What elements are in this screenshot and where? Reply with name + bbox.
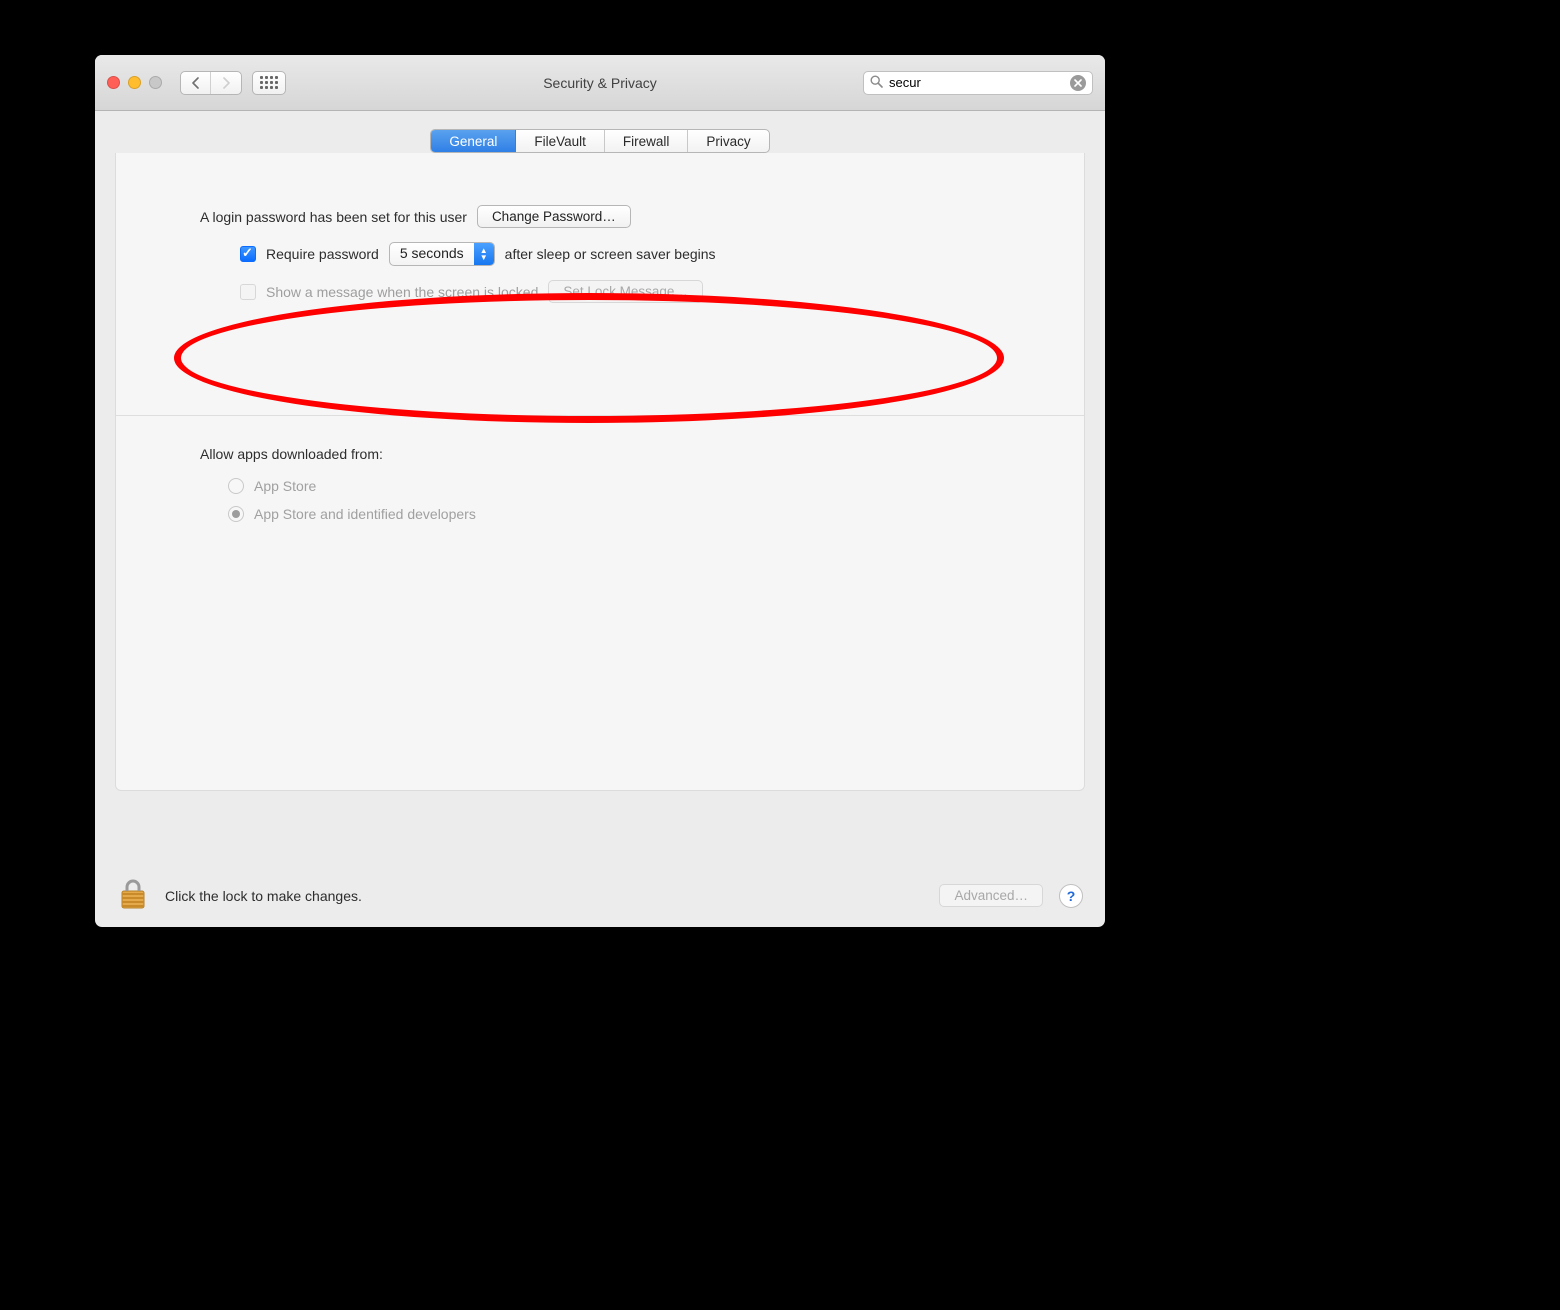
minimize-button[interactable] bbox=[128, 76, 141, 89]
tab-privacy[interactable]: Privacy bbox=[688, 130, 768, 152]
annotation-ellipse bbox=[174, 293, 1004, 423]
change-password-button[interactable]: Change Password… bbox=[477, 205, 631, 228]
search-icon bbox=[870, 75, 883, 91]
radio-label: App Store and identified developers bbox=[254, 506, 476, 522]
system-preferences-window: Security & Privacy General FileVault Fir… bbox=[95, 55, 1105, 927]
lock-icon bbox=[117, 877, 149, 911]
close-icon bbox=[1074, 79, 1082, 87]
general-panel: A login password has been set for this u… bbox=[115, 153, 1085, 863]
nav-back-forward bbox=[180, 71, 242, 95]
divider bbox=[116, 415, 1084, 416]
require-password-delay-popup[interactable]: 5 seconds ▲▼ bbox=[389, 242, 495, 266]
require-password-label: Require password bbox=[266, 246, 379, 262]
show-message-checkbox bbox=[240, 284, 256, 300]
popup-arrows-icon: ▲▼ bbox=[474, 243, 494, 265]
require-password-checkbox[interactable] bbox=[240, 246, 256, 262]
show-message-label: Show a message when the screen is locked bbox=[266, 284, 538, 300]
close-button[interactable] bbox=[107, 76, 120, 89]
content-area: General FileVault Firewall Privacy A log… bbox=[95, 111, 1105, 863]
allow-apps-identified: App Store and identified developers bbox=[228, 506, 1012, 522]
chevron-right-icon bbox=[221, 77, 231, 89]
tab-firewall[interactable]: Firewall bbox=[605, 130, 689, 152]
window-controls bbox=[107, 76, 162, 89]
tab-label: Firewall bbox=[623, 134, 670, 149]
after-sleep-text: after sleep or screen saver begins bbox=[505, 246, 716, 262]
lock-hint-text: Click the lock to make changes. bbox=[165, 888, 362, 904]
clear-search-button[interactable] bbox=[1070, 75, 1086, 91]
toolbar: Security & Privacy bbox=[95, 55, 1105, 111]
forward-button[interactable] bbox=[211, 72, 241, 94]
window-title: Security & Privacy bbox=[543, 75, 657, 91]
radio-identified-developers bbox=[228, 506, 244, 522]
require-password-row: Require password 5 seconds ▲▼ after slee… bbox=[200, 242, 1012, 266]
set-lock-message-button: Set Lock Message… bbox=[548, 280, 703, 303]
show-message-row: Show a message when the screen is locked… bbox=[200, 280, 1012, 303]
radio-app-store bbox=[228, 478, 244, 494]
popup-value: 5 seconds bbox=[390, 243, 474, 265]
advanced-button[interactable]: Advanced… bbox=[939, 884, 1043, 907]
allow-apps-heading: Allow apps downloaded from: bbox=[200, 446, 1012, 462]
radio-label: App Store bbox=[254, 478, 316, 494]
show-all-button[interactable] bbox=[252, 71, 286, 95]
grid-icon bbox=[260, 76, 278, 89]
panel-card: A login password has been set for this u… bbox=[115, 153, 1085, 791]
help-button[interactable]: ? bbox=[1059, 884, 1083, 908]
zoom-button[interactable] bbox=[149, 76, 162, 89]
tab-filevault[interactable]: FileVault bbox=[516, 130, 605, 152]
search-field[interactable] bbox=[863, 71, 1093, 95]
tab-bar: General FileVault Firewall Privacy bbox=[115, 129, 1085, 153]
allow-apps-app-store: App Store bbox=[228, 478, 1012, 494]
login-password-text: A login password has been set for this u… bbox=[200, 209, 467, 225]
login-password-row: A login password has been set for this u… bbox=[200, 205, 1012, 228]
search-input[interactable] bbox=[889, 75, 1064, 90]
chevron-left-icon bbox=[191, 77, 201, 89]
lock-button[interactable] bbox=[117, 877, 149, 914]
back-button[interactable] bbox=[181, 72, 211, 94]
footer: Click the lock to make changes. Advanced… bbox=[95, 863, 1105, 927]
tab-label: General bbox=[449, 134, 497, 149]
tab-general[interactable]: General bbox=[431, 130, 516, 152]
tab-label: FileVault bbox=[534, 134, 586, 149]
tab-label: Privacy bbox=[706, 134, 750, 149]
